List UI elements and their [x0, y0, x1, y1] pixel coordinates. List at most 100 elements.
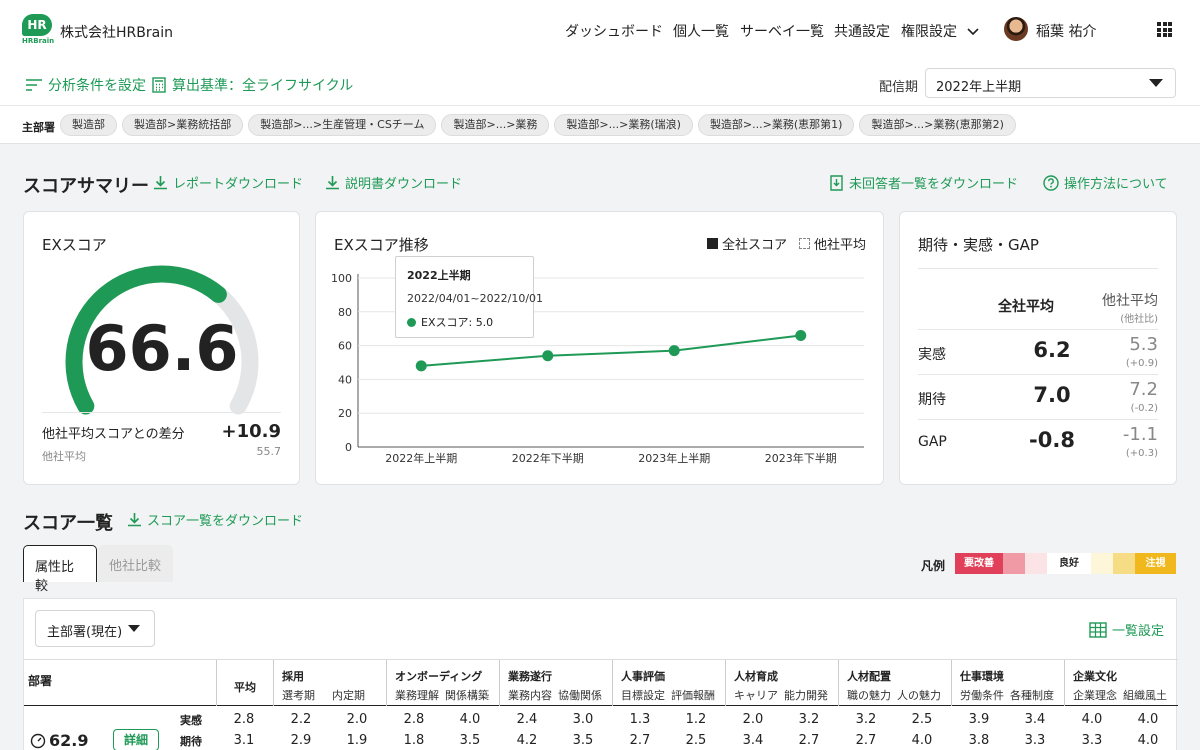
legend-swatch: [1025, 553, 1047, 574]
col-sub-label: 協働関係: [558, 689, 602, 702]
nav-dashboard[interactable]: ダッシュボード: [565, 21, 663, 41]
nav-common-settings[interactable]: 共通設定: [834, 21, 890, 41]
x-tick-label: 2022年下半期: [512, 451, 584, 465]
gap-row-label: 実感: [918, 347, 946, 363]
table-cell: 2.8: [233, 712, 255, 727]
download-icon: [326, 176, 339, 190]
col-group: 人事評価 目標設定 評価報酬: [612, 660, 725, 706]
filter-bar: 分析条件を設定 算出基準：全ライフサイクル 配信期 2022年上半期: [0, 62, 1200, 106]
period-value: 2022年上半期: [936, 80, 1022, 95]
tab-other-compare[interactable]: 他社比較: [98, 545, 173, 582]
gap-title: 期待・実感・GAP: [918, 236, 1039, 254]
table-header: 部署 平均 採用 選考期 内定期 オンボーディング 業務理解 関係構築 業務遂行 業務内容 協働…: [24, 659, 1178, 706]
table-icon: [1089, 621, 1107, 638]
table-cell: 3.1: [233, 733, 255, 748]
logo-badge: HR: [22, 14, 52, 36]
col-group-name: 人材配置: [847, 670, 891, 683]
dept-score-value: 62.9: [49, 731, 89, 750]
col-group-name: 仕事環境: [960, 670, 1004, 683]
table-cell: 3.2: [798, 712, 820, 727]
nav-individuals[interactable]: 個人一覧: [673, 21, 729, 41]
gap-row-company: 7.0: [1033, 383, 1071, 407]
download-icon: [154, 176, 167, 190]
list-settings-button[interactable]: 一覧設定: [1089, 620, 1164, 639]
dept-chip-label: 主部署: [22, 121, 55, 134]
dept-chip[interactable]: 製造部: [60, 114, 117, 136]
gap-row-company: 6.2: [1033, 338, 1071, 362]
gap-row-diff: (-0.2): [1130, 403, 1158, 414]
tab-attribute-compare[interactable]: 属性比較: [23, 545, 97, 594]
col-sub-label: 職の魅力: [847, 689, 891, 702]
period-select[interactable]: 2022年上半期: [925, 68, 1176, 98]
file-download-icon: [830, 174, 843, 191]
chevron-down-icon: [967, 28, 980, 36]
col-sub-label: 人の魅力: [897, 689, 941, 702]
ex-score-diff: 他社平均スコアとの差分 +10.9 他社平均 55.7: [42, 412, 281, 464]
dept-chip[interactable]: 製造部>業務統括部: [122, 114, 244, 136]
dept-chip[interactable]: 製造部>...>業務: [441, 114, 550, 136]
tooltip-value-row: EXスコア: 5.0: [407, 314, 522, 330]
user-name[interactable]: 稲葉 祐介: [1036, 21, 1096, 41]
table-cell: 1.8: [403, 733, 425, 748]
dept-chip[interactable]: 製造部>...>業務(恵那第1): [697, 114, 855, 136]
gap-row-other: 7.2: [1129, 379, 1158, 400]
nav-permission-settings[interactable]: 権限設定: [901, 21, 980, 41]
app-grid-icon[interactable]: [1157, 22, 1172, 37]
col-group-name: 企業文化: [1073, 670, 1117, 683]
table-cell: 3.8: [968, 733, 990, 748]
legend-good: 良好: [1047, 553, 1091, 574]
gap-row-actual: 実感 6.2 5.3 (+0.9): [918, 329, 1158, 374]
ex-score-title: EXスコア: [42, 236, 107, 254]
col-sub-label: 各種制度: [1010, 689, 1054, 702]
nav-surveys[interactable]: サーベイ一覧: [740, 21, 824, 41]
dept-select[interactable]: 主部署(現在): [35, 610, 155, 647]
table-cell: 4.0: [911, 733, 933, 748]
col-group-name: 人事評価: [621, 670, 665, 683]
score-list-title: スコア一覧: [23, 513, 113, 534]
table-cell: 1.3: [629, 712, 651, 727]
table-cell: 2.5: [685, 733, 707, 748]
dept-chip[interactable]: 製造部>...>業務(瑞浪): [554, 114, 693, 136]
period-label: 配信期: [879, 80, 919, 95]
dept-score: 62.9: [30, 731, 88, 750]
col-sub-label: 労働条件: [960, 689, 1004, 702]
dept-chip[interactable]: 製造部>...>業務(恵那第2): [859, 114, 1016, 136]
user-avatar[interactable]: [1004, 17, 1028, 41]
caret-down-icon: [128, 625, 140, 632]
y-tick-label: 100: [331, 272, 352, 285]
score-list-download-link[interactable]: スコア一覧をダウンロード: [127, 510, 303, 529]
gap-card: 期待・実感・GAP 全社平均 他社平均 (他社比) 実感 6.2 5.3 (+0…: [899, 211, 1177, 485]
detail-button[interactable]: 詳細: [113, 729, 159, 750]
logo-text: HRBrain: [22, 37, 55, 45]
filter-lines-icon: [26, 79, 42, 91]
table-cell: 2.5: [911, 712, 933, 727]
table-cell: 2.7: [855, 733, 877, 748]
calc-basis-button[interactable]: 算出基準：全ライフサイクル: [152, 75, 353, 95]
hrbrain-logo[interactable]: HR HRBrain: [22, 14, 54, 46]
how-to-link[interactable]: 操作方法について: [1043, 173, 1168, 192]
table-cell: 4.0: [1137, 733, 1159, 748]
manual-download-label: 説明書ダウンロード: [345, 177, 463, 192]
analysis-conditions-button[interactable]: 分析条件を設定: [26, 75, 146, 95]
col-group: 人材配置職の魅力 人の魅力: [838, 660, 951, 706]
table-row: 62.9 詳細 実感 期待 2.8 2.2 2.0 2.8 4.0 2.4 3.0 1.3 1.…: [24, 707, 1178, 750]
gap-col-other: 他社平均: [1102, 293, 1158, 309]
top-bar: HR HRBrain 株式会社HRBrain ダッシュボード 個人一覧 サーベイ…: [0, 0, 1200, 62]
table-cell: 3.3: [1081, 733, 1103, 748]
col-group: 採用 選考期 内定期: [273, 660, 386, 706]
col-group: 仕事環境労働条件 各種制度: [951, 660, 1064, 706]
table-cell: 4.0: [1081, 712, 1103, 727]
color-legend: 要改善 良好 注視: [955, 553, 1176, 574]
report-download-link[interactable]: レポートダウンロード: [153, 173, 303, 192]
ex-trend-chart: 100 80 60 40 20 0 2022年上半期 2022年下半期 2023年上半期 2023…: [331, 272, 864, 465]
dept-chip[interactable]: 製造部>...>生産管理・CSチーム: [248, 114, 437, 136]
manual-download-link[interactable]: 説明書ダウンロード: [325, 173, 462, 192]
table-cell: 2.0: [742, 712, 764, 727]
list-settings-label: 一覧設定: [1111, 624, 1164, 639]
ex-score-card: EXスコア 66.6 他社平均スコアとの差分 +10.9 他社平均 55.7: [23, 211, 300, 485]
table-cell: 2.4: [516, 712, 538, 727]
unanswered-download-link[interactable]: 未回答者一覧をダウンロード: [829, 173, 1018, 192]
col-group-name: 採用: [282, 670, 304, 683]
legend-caution: 注視: [1135, 553, 1176, 574]
legend-bad: 要改善: [955, 553, 1003, 574]
